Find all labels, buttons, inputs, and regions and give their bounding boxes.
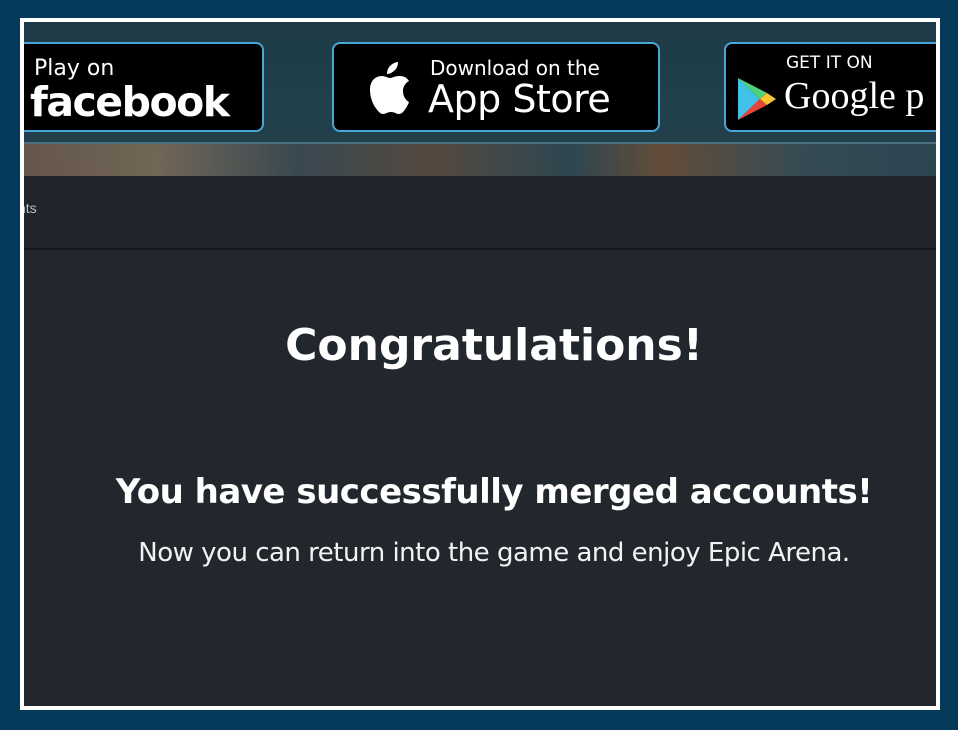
google-play-icon [738,78,776,120]
confirmation-panel: Congratulations! You have successfully m… [24,250,936,706]
google-play-button-top-label: GET IT ON [786,53,873,73]
success-message: Now you can return into the game and enj… [138,538,850,568]
play-on-facebook-button[interactable]: Play on facebook [24,42,264,132]
app-store-button[interactable]: Download on the App Store [332,42,660,132]
success-heading: You have successfully merged accounts! [115,472,873,512]
store-banner: Play on facebook Download on the App Sto… [24,22,936,176]
google-play-button[interactable]: GET IT ON Google p [724,42,936,132]
sub-navigation-bar: nts [24,176,936,250]
page-title: Congratulations! [285,320,703,371]
screenshot-frame: Play on facebook Download on the App Sto… [20,18,940,710]
apple-icon [370,62,409,114]
google-play-button-label: Google p [784,75,925,117]
app-store-button-label: App Store [428,77,611,121]
subnav-link[interactable]: nts [24,200,37,216]
facebook-wordmark: facebook [30,78,230,126]
banner-artwork [24,144,936,176]
